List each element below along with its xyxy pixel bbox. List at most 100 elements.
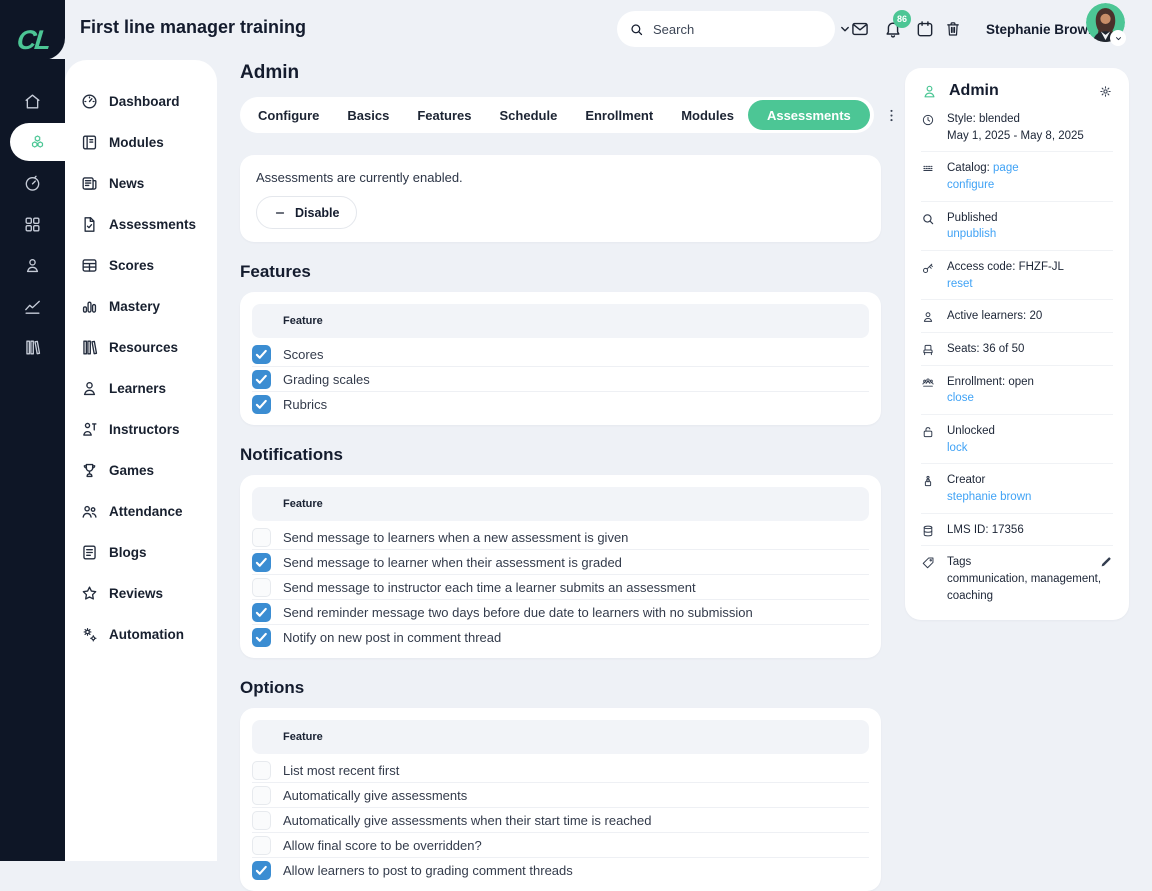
main-content: Admin Configure Basics Features Schedule Enr… (240, 60, 893, 891)
sidebar-item-automation[interactable]: Automation (65, 614, 217, 655)
sidebar-item-dashboard[interactable]: Dashboard (65, 81, 217, 122)
analytics-icon (23, 297, 42, 316)
feature-label: Automatically give assessments when thei… (283, 812, 652, 828)
checkbox[interactable] (252, 369, 271, 389)
checkbox[interactable] (252, 861, 271, 880)
feature-row: List most recent first (252, 758, 869, 783)
sidebar-item-modules[interactable]: Modules (65, 122, 217, 163)
user-name: Stephanie Brown (986, 22, 1097, 37)
sidebar-item-blogs[interactable]: Blogs (65, 532, 217, 573)
tab-modules[interactable]: Modules (667, 100, 748, 130)
sidebar-item-label: Games (109, 463, 155, 478)
sidebar-item-instructors[interactable]: Instructors (65, 409, 217, 450)
sidebar-item-mastery[interactable]: Mastery (65, 286, 217, 327)
reset-link[interactable]: reset (947, 278, 973, 290)
sidebar: Dashboard Modules News Assessments Scores Mas… (65, 60, 217, 861)
active-learners-label: Active learners: 20 (947, 310, 1043, 323)
feature-row: Scores (252, 342, 869, 367)
sidebar-item-games[interactable]: Games (65, 450, 217, 491)
sidebar-item-label: Mastery (109, 299, 161, 314)
sidebar-item-label: Learners (109, 381, 167, 396)
gauge-icon (23, 174, 42, 193)
creator-icon (921, 474, 935, 488)
user-menu-caret[interactable] (1110, 30, 1126, 46)
checkbox[interactable] (252, 577, 271, 597)
rail-item-library[interactable] (0, 327, 65, 368)
checkbox[interactable] (252, 628, 271, 647)
mail-icon[interactable] (850, 19, 870, 39)
sidebar-item-scores[interactable]: Scores (65, 245, 217, 286)
unlocked-label: Unlocked (947, 425, 995, 438)
tabbar: Configure Basics Features Schedule Enrollmen… (240, 97, 874, 133)
rail-item-home[interactable] (0, 81, 65, 122)
people-group-icon (921, 376, 935, 390)
checkbox[interactable] (252, 602, 271, 622)
creator-link[interactable]: stephanie brown (947, 491, 1031, 503)
unpublish-link[interactable]: unpublish (947, 228, 996, 240)
enrollment-label: Enrollment: open (947, 375, 1034, 388)
topbar: First line manager training 86 Stephanie… (0, 0, 1152, 60)
checkbox[interactable] (252, 395, 271, 414)
tab-enrollment[interactable]: Enrollment (571, 100, 667, 130)
dashboard-icon (80, 92, 99, 111)
sidebar-item-label: Resources (109, 340, 179, 355)
sidebar-item-news[interactable]: News (65, 163, 217, 204)
table-header: Feature (252, 720, 869, 754)
tab-basics[interactable]: Basics (333, 100, 403, 130)
lock-link[interactable]: lock (947, 442, 967, 454)
sidebar-item-attendance[interactable]: Attendance (65, 491, 217, 532)
tab-features[interactable]: Features (403, 100, 485, 130)
tabs-overflow-button[interactable] (883, 107, 900, 124)
clock-icon (921, 113, 935, 127)
feature-label: Rubrics (283, 397, 328, 412)
checkbox[interactable] (252, 810, 271, 830)
feature-row: Automatically give assessments when thei… (252, 808, 869, 833)
seat-icon (921, 343, 935, 357)
trash-icon[interactable] (944, 19, 962, 39)
checkbox[interactable] (252, 835, 271, 855)
catalog-page-link[interactable]: page (993, 162, 1019, 174)
sidebar-item-learners[interactable]: Learners (65, 368, 217, 409)
tab-schedule[interactable]: Schedule (486, 100, 572, 130)
sidebar-item-label: Automation (109, 627, 184, 642)
disable-button-label: Disable (295, 205, 340, 220)
column-header: Feature (283, 498, 323, 510)
checkbox[interactable] (252, 760, 271, 780)
gear-icon[interactable] (1098, 84, 1113, 99)
rail-item-modules-hex[interactable] (10, 123, 65, 161)
disable-button[interactable]: Disable (256, 196, 358, 229)
tab-assessments[interactable]: Assessments (747, 100, 870, 130)
calendar-icon[interactable] (915, 19, 935, 39)
minus-icon (274, 207, 286, 219)
search-box[interactable] (617, 11, 849, 47)
section-features: Features Feature Scores Grading scales R… (240, 262, 881, 425)
sidebar-item-reviews[interactable]: Reviews (65, 573, 217, 614)
checkbox[interactable] (252, 552, 271, 572)
library-icon (80, 338, 99, 357)
checkbox[interactable] (252, 527, 271, 547)
feature-row: Grading scales (252, 367, 869, 392)
checkbox[interactable] (252, 344, 271, 364)
rail-item-apps-grid[interactable] (0, 204, 65, 245)
sidebar-item-resources[interactable]: Resources (65, 327, 217, 368)
edit-tags-icon[interactable] (1099, 555, 1113, 569)
tab-configure[interactable]: Configure (244, 100, 333, 130)
active-learners-row: Active learners: 20 (921, 300, 1113, 334)
feature-label: Allow final score to be overridden? (283, 837, 482, 853)
app-logo[interactable]: CL (0, 0, 65, 60)
close-enrollment-link[interactable]: close (947, 392, 974, 404)
catalog-configure-link[interactable]: configure (947, 179, 994, 191)
course-title: First line manager training (80, 17, 307, 37)
rail-item-analytics[interactable] (0, 286, 65, 327)
table-header: Feature (252, 304, 869, 338)
sidebar-item-assessments[interactable]: Assessments (65, 204, 217, 245)
rail-item-gauge[interactable] (0, 163, 65, 204)
sidebar-item-label: Attendance (109, 504, 183, 519)
checkbox[interactable] (252, 785, 271, 805)
database-icon (921, 524, 935, 538)
notifications-button[interactable]: 86 (883, 10, 911, 39)
feature-row: Allow final score to be overridden? (252, 833, 869, 858)
admin-person-icon (921, 83, 938, 100)
search-input[interactable] (653, 21, 829, 37)
rail-item-person[interactable] (0, 245, 65, 286)
